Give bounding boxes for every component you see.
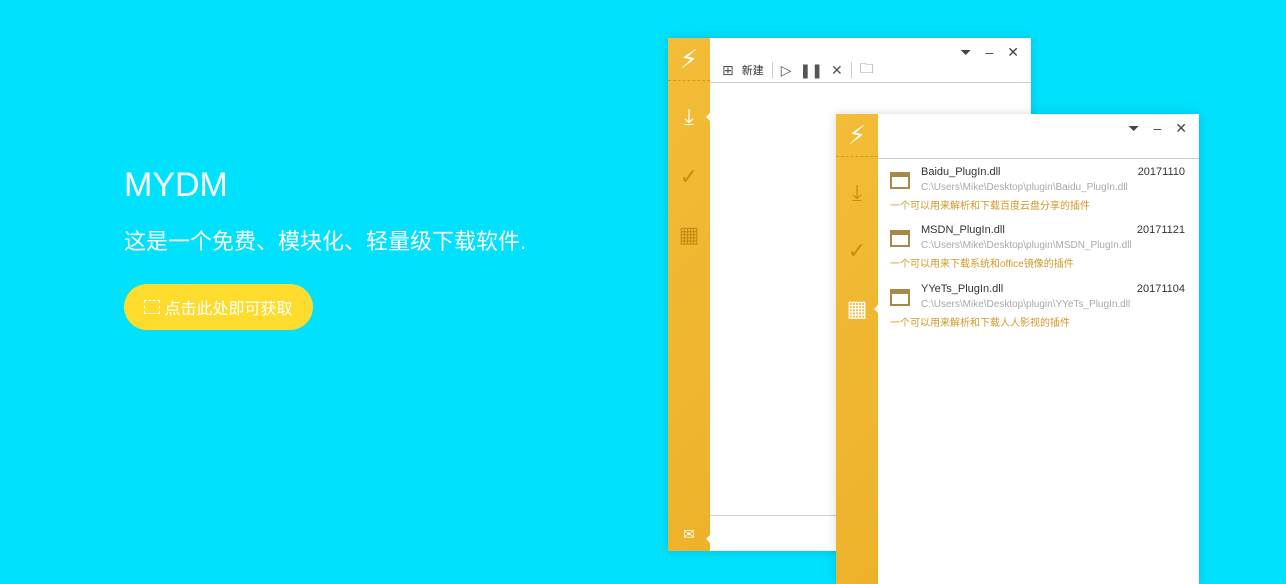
- minimize-icon[interactable]: –: [985, 44, 993, 61]
- pause-icon[interactable]: ❚❚: [800, 62, 823, 79]
- window-controls: ⏷ – ✕: [1128, 120, 1187, 137]
- mail-icon[interactable]: ✉: [668, 526, 711, 544]
- start-icon[interactable]: ▷: [781, 62, 792, 79]
- sidebar: ⚡ ⤓ ✓ ▦: [836, 114, 879, 584]
- scan-icon: [144, 300, 161, 314]
- plugin-window: ⚡ ⤓ ✓ ▦ ⏷ – ✕ Baidu_PlugIn.dll C:\Users\Mi…: [836, 114, 1199, 584]
- plugin-name: MSDN_PlugIn.dll: [921, 224, 1005, 236]
- open-folder-icon[interactable]: 🗀: [860, 58, 874, 82]
- check-icon[interactable]: ✓: [668, 164, 710, 190]
- divider: [850, 62, 852, 78]
- get-app-label: 点击此处即可获取: [164, 301, 293, 318]
- toolbar: ⊞ 新建 ▷ ❚❚ ✕ 🗀: [722, 58, 874, 82]
- window-controls: ⏷ – ✕: [960, 44, 1019, 61]
- close-icon[interactable]: ✕: [1007, 44, 1019, 61]
- app-title: MYDM: [124, 166, 228, 204]
- divider: [771, 62, 773, 78]
- plugin-name: Baidu_PlugIn.dll: [921, 166, 1001, 178]
- new-task-icon[interactable]: ⊞: [722, 62, 734, 79]
- lightning-logo-icon: ⚡: [668, 38, 710, 81]
- window-file-icon: [890, 172, 910, 189]
- plugin-path: C:\Users\Mike\Desktop\plugin\YYeTs_PlugI…: [921, 299, 1131, 310]
- plugin-date: 20171110: [1137, 166, 1185, 178]
- window-file-icon: [890, 230, 910, 247]
- get-app-button[interactable]: 点击此处即可获取: [124, 284, 313, 330]
- menu-icon[interactable]: ⏷: [960, 44, 971, 61]
- plugin-description: 一个可以用来下载系统和office镜像的插件: [890, 259, 1074, 270]
- divider: [710, 82, 1031, 83]
- plugin-date: 20171104: [1136, 283, 1185, 295]
- plugin-date: 20171121: [1136, 224, 1185, 236]
- plugin-item[interactable]: MSDN_PlugIn.dll C:\Users\Mike\Desktop\pl…: [890, 224, 1185, 280]
- delete-icon[interactable]: ✕: [831, 62, 843, 79]
- plugin-path: C:\Users\Mike\Desktop\plugin\MSDN_PlugIn…: [921, 240, 1132, 251]
- new-task-button[interactable]: 新建: [742, 62, 764, 78]
- download-icon[interactable]: ⤓: [836, 180, 878, 206]
- minimize-icon[interactable]: –: [1153, 120, 1161, 137]
- check-icon[interactable]: ✓: [836, 238, 878, 264]
- plugins-grid-icon[interactable]: ▦: [836, 296, 879, 322]
- menu-icon[interactable]: ⏷: [1128, 120, 1139, 137]
- close-icon[interactable]: ✕: [1175, 120, 1187, 137]
- app-subtitle: 这是一个免费、模块化、轻量级下载软件.: [124, 229, 527, 254]
- plugin-description: 一个可以用来解析和下载人人影视的插件: [890, 318, 1070, 329]
- plugin-item[interactable]: Baidu_PlugIn.dll C:\Users\Mike\Desktop\p…: [890, 166, 1185, 222]
- plugin-name: YYeTs_PlugIn.dll: [921, 283, 1004, 295]
- plugin-path: C:\Users\Mike\Desktop\plugin\Baidu_PlugI…: [921, 182, 1128, 193]
- divider: [878, 158, 1199, 159]
- download-icon[interactable]: ⤓: [668, 104, 711, 130]
- lightning-logo-icon: ⚡: [836, 114, 878, 157]
- plugin-item[interactable]: YYeTs_PlugIn.dll C:\Users\Mike\Desktop\p…: [890, 283, 1185, 339]
- plugin-description: 一个可以用来解析和下载百度云盘分享的插件: [890, 201, 1090, 212]
- plugins-grid-icon[interactable]: ▦: [668, 222, 710, 248]
- window-file-icon: [890, 289, 910, 306]
- sidebar: ⚡ ⤓ ✓ ▦ ✉: [668, 38, 711, 551]
